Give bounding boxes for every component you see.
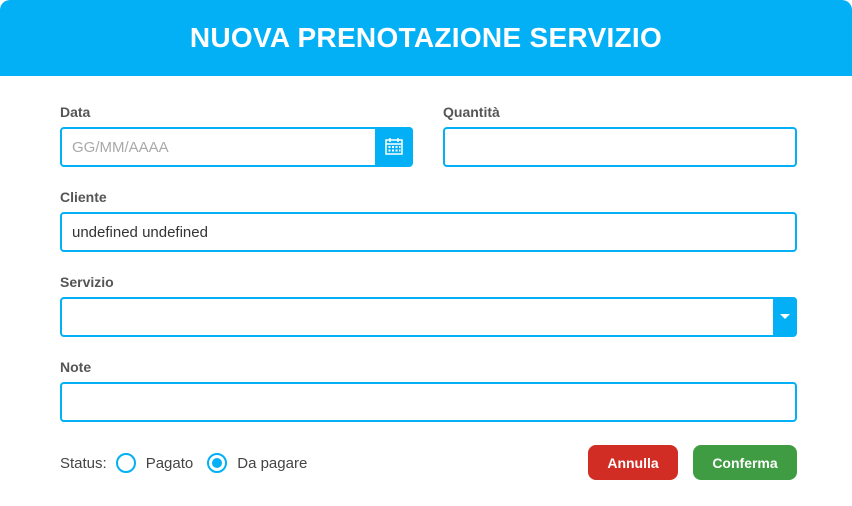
status-label: Status: [60,454,107,472]
chevron-down-icon [780,313,790,319]
service-select[interactable] [60,297,797,337]
radio-pagato-label[interactable]: Pagato [146,455,194,472]
calendar-button[interactable] [375,127,413,165]
service-label: Servizio [60,274,114,290]
service-dropdown-button[interactable] [773,297,797,335]
dialog-title: NUOVA PRENOTAZIONE SERVIZIO [189,22,663,53]
confirm-button[interactable]: Conferma [693,445,797,480]
quantity-field[interactable] [443,127,797,167]
radio-da-pagare[interactable] [207,453,228,473]
calendar-icon [385,138,403,155]
date-input[interactable] [62,129,373,165]
quantity-label: Quantità [443,104,500,120]
cancel-button[interactable]: Annulla [588,445,678,480]
radio-da-pagare-label[interactable]: Da pagare [237,455,307,472]
quantity-input[interactable] [445,129,795,165]
radio-pagato[interactable] [115,453,136,473]
client-label: Cliente [60,189,107,205]
dialog-header: NUOVA PRENOTAZIONE SERVIZIO [0,0,852,76]
client-field[interactable] [60,212,797,252]
note-input[interactable] [62,384,795,420]
status-group: Status: Pagato Da pagare [60,452,307,474]
client-input[interactable] [62,214,795,250]
date-field[interactable] [60,127,413,167]
note-field[interactable] [60,382,797,422]
date-label: Data [60,104,91,120]
booking-dialog: NUOVA PRENOTAZIONE SERVIZIO Data Quantit… [0,0,852,506]
note-label: Note [60,359,92,375]
